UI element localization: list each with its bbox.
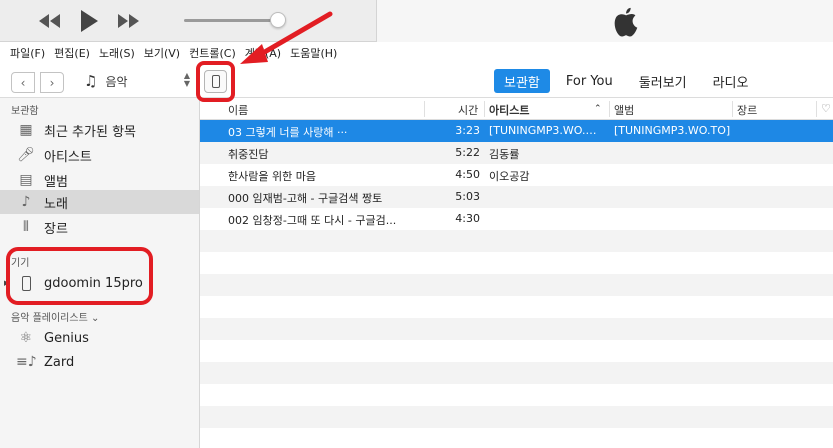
play-icon[interactable]: [76, 8, 102, 34]
table-row[interactable]: 한사람을 위한 마음 4:50 이오공감: [200, 164, 833, 186]
sidebar-item-genius[interactable]: ⚛ Genius: [0, 326, 199, 350]
cell-time: 4:30: [455, 212, 480, 225]
cell-time: 3:23: [455, 124, 480, 137]
cell-artist: [TUNINGMP3.WO.T...: [489, 124, 601, 137]
column-divider[interactable]: [484, 101, 485, 117]
column-artist[interactable]: 아티스트: [489, 102, 529, 118]
empty-row: [200, 274, 833, 296]
media-type-select[interactable]: ♫ 음악 ▲ ▼: [76, 69, 194, 93]
empty-row: [200, 296, 833, 318]
table-row[interactable]: 취중진담 5:22 김동률: [200, 142, 833, 164]
genre-icon: ⫴: [23, 219, 29, 235]
sort-ascending-icon: ⌃: [594, 104, 602, 114]
music-note-icon: ♫: [84, 72, 98, 90]
cell-time: 5:22: [455, 146, 480, 159]
rewind-icon[interactable]: [36, 8, 64, 34]
tab-for-you[interactable]: For You: [556, 69, 623, 93]
cell-time: 5:03: [455, 190, 480, 203]
column-album[interactable]: 앨범: [614, 102, 634, 118]
table-row[interactable]: 000 임재범-고해 - 구글검색 짱토 5:03: [200, 186, 833, 208]
sidebar-item-label: 아티스트: [44, 149, 92, 165]
empty-row: [200, 340, 833, 362]
tab-library[interactable]: 보관함: [494, 69, 550, 93]
tab-radio[interactable]: 라디오: [703, 69, 759, 93]
back-button[interactable]: ‹: [11, 72, 35, 93]
heart-icon[interactable]: ♡: [821, 102, 831, 115]
forward-button[interactable]: ›: [40, 72, 64, 93]
menu-bar: 파일(F) 편집(E) 노래(S) 보기(V) 컨트롤(C) 계정(A) 도움말…: [0, 42, 833, 63]
sidebar-item-label: 앨범: [44, 174, 68, 190]
column-divider[interactable]: [732, 101, 733, 117]
sidebar-item-label: Genius: [44, 330, 89, 346]
volume-knob[interactable]: [270, 12, 286, 28]
song-list-header: 이름 시간 아티스트 ⌃ 앨범 장르 ♡: [200, 98, 833, 120]
table-row[interactable]: 002 임창정-그때 또 다시 - 구글검... 4:30: [200, 208, 833, 230]
highlight-box-device-item: [6, 247, 153, 305]
empty-row: [200, 362, 833, 384]
menu-help[interactable]: 도움말(H): [290, 45, 337, 61]
sidebar-item-label: 장르: [44, 221, 68, 237]
library-header: 보관함: [11, 106, 39, 117]
status-display: [376, 0, 833, 42]
empty-row: [200, 318, 833, 340]
column-divider[interactable]: [816, 101, 817, 117]
menu-view[interactable]: 보기(V): [144, 45, 180, 61]
note-icon: ♪: [21, 194, 31, 210]
album-icon: ▤: [19, 172, 33, 188]
sidebar-item-songs[interactable]: ♪ 노래: [0, 190, 199, 214]
table-row[interactable]: 03 그렇게 너를 사랑해 ··· 3:23 [TUNINGMP3.WO.T... […: [200, 120, 833, 142]
empty-row: [200, 384, 833, 406]
column-name[interactable]: 이름: [228, 102, 248, 118]
menu-song[interactable]: 노래(S): [99, 45, 135, 61]
sidebar-item-label: Zard: [44, 354, 75, 370]
toolbar: ‹ › ♫ 음악 ▲ ▼ 보관함 For You 둘러보기 라디오: [0, 63, 833, 98]
playlists-header[interactable]: 음악 플레이리스트 ⌄: [11, 309, 99, 324]
cell-artist: 이오공감: [489, 170, 530, 183]
menu-controls[interactable]: 컨트롤(C): [189, 45, 236, 61]
tab-bar: 보관함 For You 둘러보기 라디오: [494, 69, 764, 93]
chevron-left-icon: ‹: [20, 75, 26, 90]
atom-icon: ⚛: [19, 330, 33, 346]
sidebar-item-artists[interactable]: 🎤︎ 아티스트: [0, 143, 199, 167]
column-divider[interactable]: [424, 101, 425, 117]
microphone-icon: 🎤︎: [17, 147, 35, 163]
chevron-down-icon: ⌄: [90, 313, 100, 324]
sidebar-item-recently-added[interactable]: ▦ 최근 추가된 항목: [0, 118, 199, 142]
empty-row: [200, 252, 833, 274]
chevron-right-icon: ›: [49, 75, 55, 90]
tab-browse[interactable]: 둘러보기: [629, 69, 697, 93]
sidebar-item-zard[interactable]: ≡♪ Zard: [0, 350, 199, 374]
cell-name: 002 임창정-그때 또 다시 - 구글검...: [228, 214, 397, 227]
cell-time: 4:50: [455, 168, 480, 181]
menu-file[interactable]: 파일(F): [10, 45, 45, 61]
column-divider[interactable]: [609, 101, 610, 117]
cell-name: 취중진담: [228, 148, 269, 161]
grid-icon: ▦: [19, 122, 33, 138]
sidebar-item-albums[interactable]: ▤ 앨범: [0, 168, 199, 192]
cell-name: 03 그렇게 너를 사랑해 ···: [228, 126, 348, 139]
highlight-box-device-button: [196, 61, 235, 102]
sidebar-item-genres[interactable]: ⫴ 장르: [0, 215, 199, 239]
empty-row: [200, 230, 833, 252]
player-bar: [0, 0, 833, 42]
cell-name: 한사람을 위한 마음: [228, 170, 316, 183]
fast-forward-icon[interactable]: [114, 8, 142, 34]
volume-slider[interactable]: [184, 19, 280, 22]
empty-row: [200, 428, 833, 448]
media-type-label: 음악: [105, 74, 128, 89]
column-time[interactable]: 시간: [458, 102, 478, 118]
song-list: 이름 시간 아티스트 ⌃ 앨범 장르 ♡ 03 그렇게 너를 사랑해 ··· 3:…: [200, 98, 833, 448]
menu-account[interactable]: 계정(A): [245, 45, 281, 61]
empty-row: [200, 406, 833, 428]
column-genre[interactable]: 장르: [737, 102, 757, 118]
apple-logo-icon: [614, 7, 638, 37]
sidebar-item-label: 노래: [44, 196, 68, 212]
cell-album: [TUNINGMP3.WO.TO]: [614, 124, 731, 137]
playlist-icon: ≡♪: [16, 354, 37, 370]
menu-edit[interactable]: 편집(E): [54, 45, 90, 61]
cell-artist: 김동률: [489, 148, 520, 161]
cell-name: 000 임재범-고해 - 구글검색 짱토: [228, 192, 383, 205]
up-down-icon: ▲ ▼: [183, 71, 190, 88]
sidebar-item-label: 최근 추가된 항목: [44, 124, 136, 140]
